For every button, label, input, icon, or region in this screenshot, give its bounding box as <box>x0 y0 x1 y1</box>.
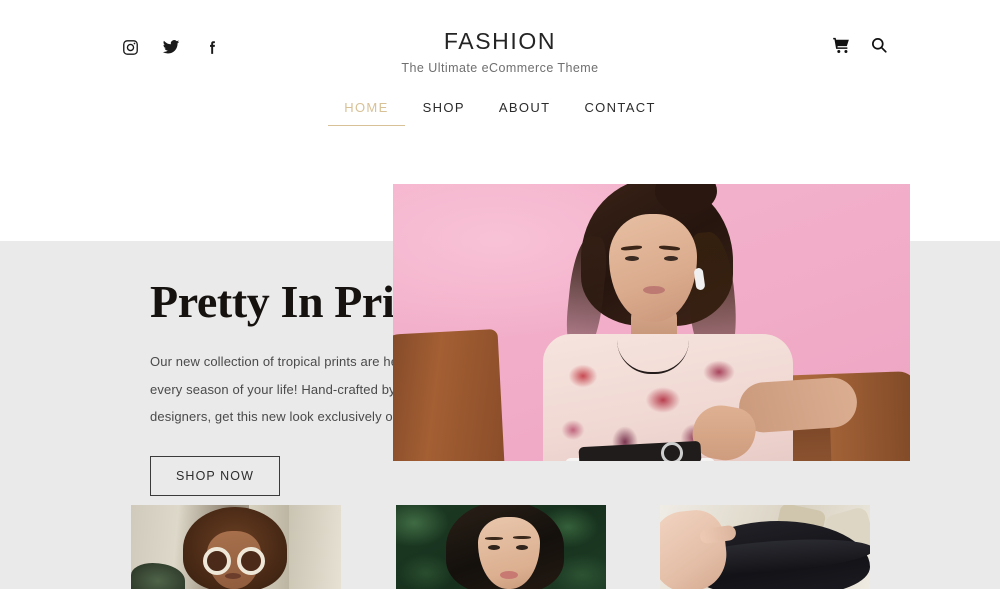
header-actions <box>830 34 890 56</box>
site-tagline: The Ultimate eCommerce Theme <box>401 61 599 76</box>
model-eye-right <box>664 256 678 261</box>
thumbnail-2-eyebrow-right <box>512 536 531 539</box>
nav-item-about[interactable]: ABOUT <box>482 100 568 126</box>
model-eye-left <box>625 256 639 261</box>
site-header: FASHION The Ultimate eCommerce Theme <box>0 0 1000 88</box>
thumbnail-2-eyebrow-left <box>484 537 503 540</box>
nav-item-contact[interactable]: CONTACT <box>567 100 672 126</box>
thumbnail-sunglasses[interactable] <box>131 505 341 589</box>
thumbnail-tropical[interactable] <box>395 505 606 589</box>
thumbnail-2-lips <box>499 571 518 579</box>
hero-image[interactable] <box>393 184 910 461</box>
thumbnail-1-lips <box>225 573 241 579</box>
nav-item-shop[interactable]: SHOP <box>406 100 482 126</box>
model-lips <box>643 286 665 294</box>
shop-now-button[interactable]: SHOP NOW <box>150 456 281 497</box>
sunglasses-icon <box>203 547 265 575</box>
search-icon[interactable] <box>868 34 890 56</box>
main-navigation: HOME SHOP ABOUT CONTACT <box>0 88 1000 144</box>
thumbnail-2-eye-right <box>515 545 528 550</box>
featured-thumbnail-row <box>131 505 870 589</box>
thumbnail-hat[interactable] <box>660 505 870 589</box>
cart-icon[interactable] <box>830 34 852 56</box>
thumbnail-2-eye-left <box>487 545 500 550</box>
nav-item-home[interactable]: HOME <box>327 100 406 126</box>
